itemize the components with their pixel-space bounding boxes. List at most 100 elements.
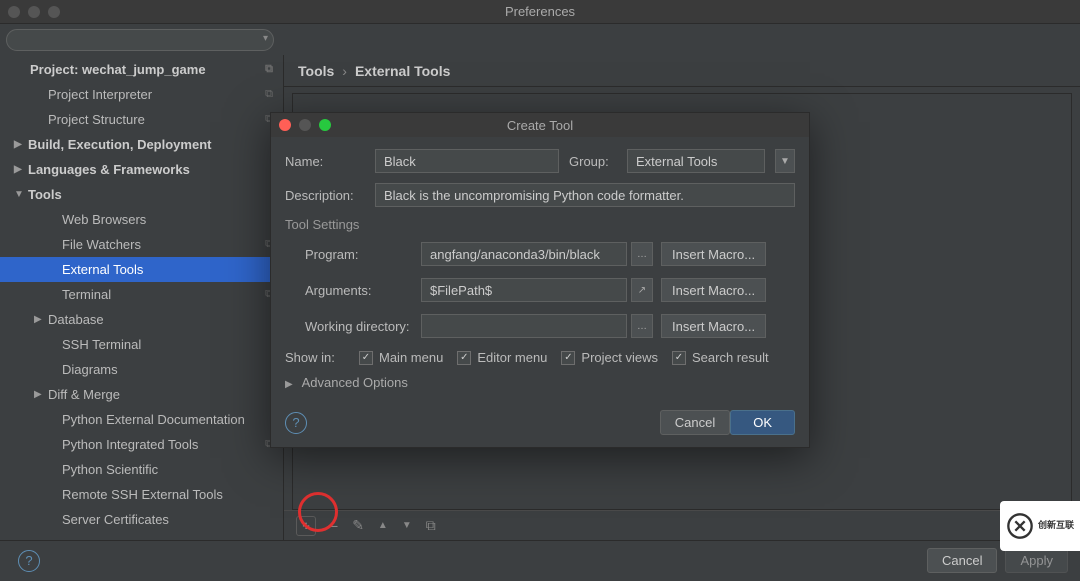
preferences-footer: ? Cancel Apply xyxy=(0,540,1080,580)
copy-icon: ⧉ xyxy=(265,63,273,76)
chevron-right-icon: ▶ xyxy=(14,139,28,150)
checkbox-label: Editor menu xyxy=(477,350,547,365)
close-dialog-icon[interactable] xyxy=(279,119,291,131)
sidebar-item-remote-ssh[interactable]: ▶Remote SSH External Tools xyxy=(0,482,283,507)
breadcrumb: Tools › External Tools xyxy=(284,55,1080,87)
remove-button[interactable]: − xyxy=(330,518,338,534)
help-button[interactable]: ? xyxy=(18,550,40,572)
group-select[interactable]: External Tools xyxy=(627,149,765,173)
minimize-dialog-icon xyxy=(299,119,311,131)
group-value: External Tools xyxy=(636,154,717,169)
tool-settings-label: Tool Settings xyxy=(285,217,795,232)
advanced-options-toggle[interactable]: ▶ Advanced Options xyxy=(285,375,795,390)
expand-arguments-button[interactable]: ↗ xyxy=(631,278,653,302)
zoom-dialog-icon[interactable] xyxy=(319,119,331,131)
apply-button[interactable]: Apply xyxy=(1005,548,1068,573)
sidebar-item-terminal[interactable]: ▶Terminal⧉ xyxy=(0,282,283,307)
search-row: ⌕ ▾ xyxy=(0,24,1080,55)
edit-button[interactable]: ✎ xyxy=(352,517,364,534)
sidebar-item-label: Project Interpreter xyxy=(48,87,152,102)
add-button[interactable]: + xyxy=(296,516,316,536)
sidebar-item-label: SSH Terminal xyxy=(62,337,141,352)
sidebar-item-label: Terminal xyxy=(62,287,111,302)
sidebar-item-project-structure[interactable]: Project Structure ⧉ xyxy=(0,107,283,132)
workdir-input[interactable] xyxy=(421,314,627,338)
dialog-cancel-button[interactable]: Cancel xyxy=(660,410,730,435)
watermark-logo-icon xyxy=(1006,512,1034,540)
checkmark-icon: ✓ xyxy=(359,351,373,365)
sidebar-item-server-certs[interactable]: ▶Server Certificates xyxy=(0,507,283,532)
sidebar-item-database[interactable]: ▶Database xyxy=(0,307,283,332)
copy-button[interactable]: ⧉ xyxy=(426,517,436,534)
preferences-sidebar: Project: wechat_jump_game ⧉ Project Inte… xyxy=(0,55,284,540)
sidebar-item-diagrams[interactable]: ▶Diagrams xyxy=(0,357,283,382)
chevron-right-icon: ▶ xyxy=(34,314,48,325)
sidebar-item-label: Database xyxy=(48,312,104,327)
insert-macro-workdir-button[interactable]: Insert Macro... xyxy=(661,314,766,338)
chevron-down-icon[interactable]: ▼ xyxy=(775,149,795,173)
dialog-help-button[interactable]: ? xyxy=(285,412,307,434)
chevron-down-icon: ▼ xyxy=(14,189,28,200)
sidebar-item-label: External Tools xyxy=(62,262,143,277)
chevron-right-icon: ▶ xyxy=(34,389,48,400)
breadcrumb-root[interactable]: Tools xyxy=(298,63,334,79)
chevron-right-icon: ▶ xyxy=(14,164,28,175)
sidebar-project-label: Project: wechat_jump_game xyxy=(30,62,206,77)
insert-macro-program-button[interactable]: Insert Macro... xyxy=(661,242,766,266)
close-window-icon[interactable] xyxy=(8,6,20,18)
sidebar-item-python-scientific[interactable]: ▶Python Scientific xyxy=(0,457,283,482)
description-label: Description: xyxy=(285,188,365,203)
minimize-window-icon[interactable] xyxy=(28,6,40,18)
list-toolbar: + − ✎ ▲ ▼ ⧉ xyxy=(284,510,1080,540)
browse-program-button[interactable]: … xyxy=(631,242,653,266)
sidebar-item-label: Languages & Frameworks xyxy=(28,162,190,177)
browse-workdir-button[interactable]: … xyxy=(631,314,653,338)
sidebar-item-label: Web Browsers xyxy=(62,212,146,227)
move-down-button[interactable]: ▼ xyxy=(402,520,412,531)
sidebar-item-label: Diagrams xyxy=(62,362,118,377)
sidebar-item-python-external-doc[interactable]: ▶Python External Documentation xyxy=(0,407,283,432)
sidebar-item-label: Build, Execution, Deployment xyxy=(28,137,211,152)
showin-project-views-checkbox[interactable]: ✓Project views xyxy=(561,350,658,365)
window-titlebar: Preferences xyxy=(0,0,1080,24)
window-title: Preferences xyxy=(505,4,575,19)
arguments-input[interactable] xyxy=(421,278,627,302)
arguments-label: Arguments: xyxy=(285,283,421,298)
sidebar-item-project-interpreter[interactable]: Project Interpreter ⧉ xyxy=(0,82,283,107)
sidebar-item-python-integrated[interactable]: ▶Python Integrated Tools⧉ xyxy=(0,432,283,457)
chevron-right-icon: ▶ xyxy=(285,379,293,390)
showin-editor-menu-checkbox[interactable]: ✓ Editor menu xyxy=(457,350,547,365)
sidebar-section-tools[interactable]: ▼ Tools xyxy=(0,182,283,207)
name-label: Name: xyxy=(285,154,365,169)
sidebar-item-label: Diff & Merge xyxy=(48,387,120,402)
sidebar-item-web-browsers[interactable]: ▶Web Browsers xyxy=(0,207,283,232)
sidebar-item-external-tools[interactable]: ▶External Tools xyxy=(0,257,283,282)
search-input[interactable] xyxy=(6,29,274,51)
dialog-ok-button[interactable]: OK xyxy=(730,410,795,435)
program-input[interactable] xyxy=(421,242,627,266)
description-input[interactable] xyxy=(375,183,795,207)
sidebar-project-root[interactable]: Project: wechat_jump_game ⧉ xyxy=(0,57,283,82)
sidebar-item-label: Project Structure xyxy=(48,112,145,127)
sidebar-item-ssh-terminal[interactable]: ▶SSH Terminal xyxy=(0,332,283,357)
search-history-icon[interactable]: ▾ xyxy=(263,33,268,44)
showin-search-result-checkbox[interactable]: ✓Search result xyxy=(672,350,769,365)
sidebar-item-diff-merge[interactable]: ▶Diff & Merge xyxy=(0,382,283,407)
sidebar-item-file-watchers[interactable]: ▶File Watchers⧉ xyxy=(0,232,283,257)
name-input[interactable] xyxy=(375,149,559,173)
showin-label: Show in: xyxy=(285,350,345,365)
sidebar-section-languages[interactable]: ▶ Languages & Frameworks xyxy=(0,157,283,182)
watermark: 创新互联 xyxy=(1000,501,1080,551)
sidebar-section-build[interactable]: ▶ Build, Execution, Deployment xyxy=(0,132,283,157)
sidebar-item-label: Python Integrated Tools xyxy=(62,437,198,452)
checkmark-icon: ✓ xyxy=(561,351,575,365)
checkmark-icon: ✓ xyxy=(457,351,471,365)
cancel-button[interactable]: Cancel xyxy=(927,548,997,573)
copy-icon: ⧉ xyxy=(265,88,273,101)
advanced-options-label: Advanced Options xyxy=(302,375,408,390)
move-up-button[interactable]: ▲ xyxy=(378,520,388,531)
showin-main-menu-checkbox[interactable]: ✓Main menu xyxy=(359,350,443,365)
insert-macro-arguments-button[interactable]: Insert Macro... xyxy=(661,278,766,302)
sidebar-item-label: File Watchers xyxy=(62,237,141,252)
zoom-window-icon[interactable] xyxy=(48,6,60,18)
